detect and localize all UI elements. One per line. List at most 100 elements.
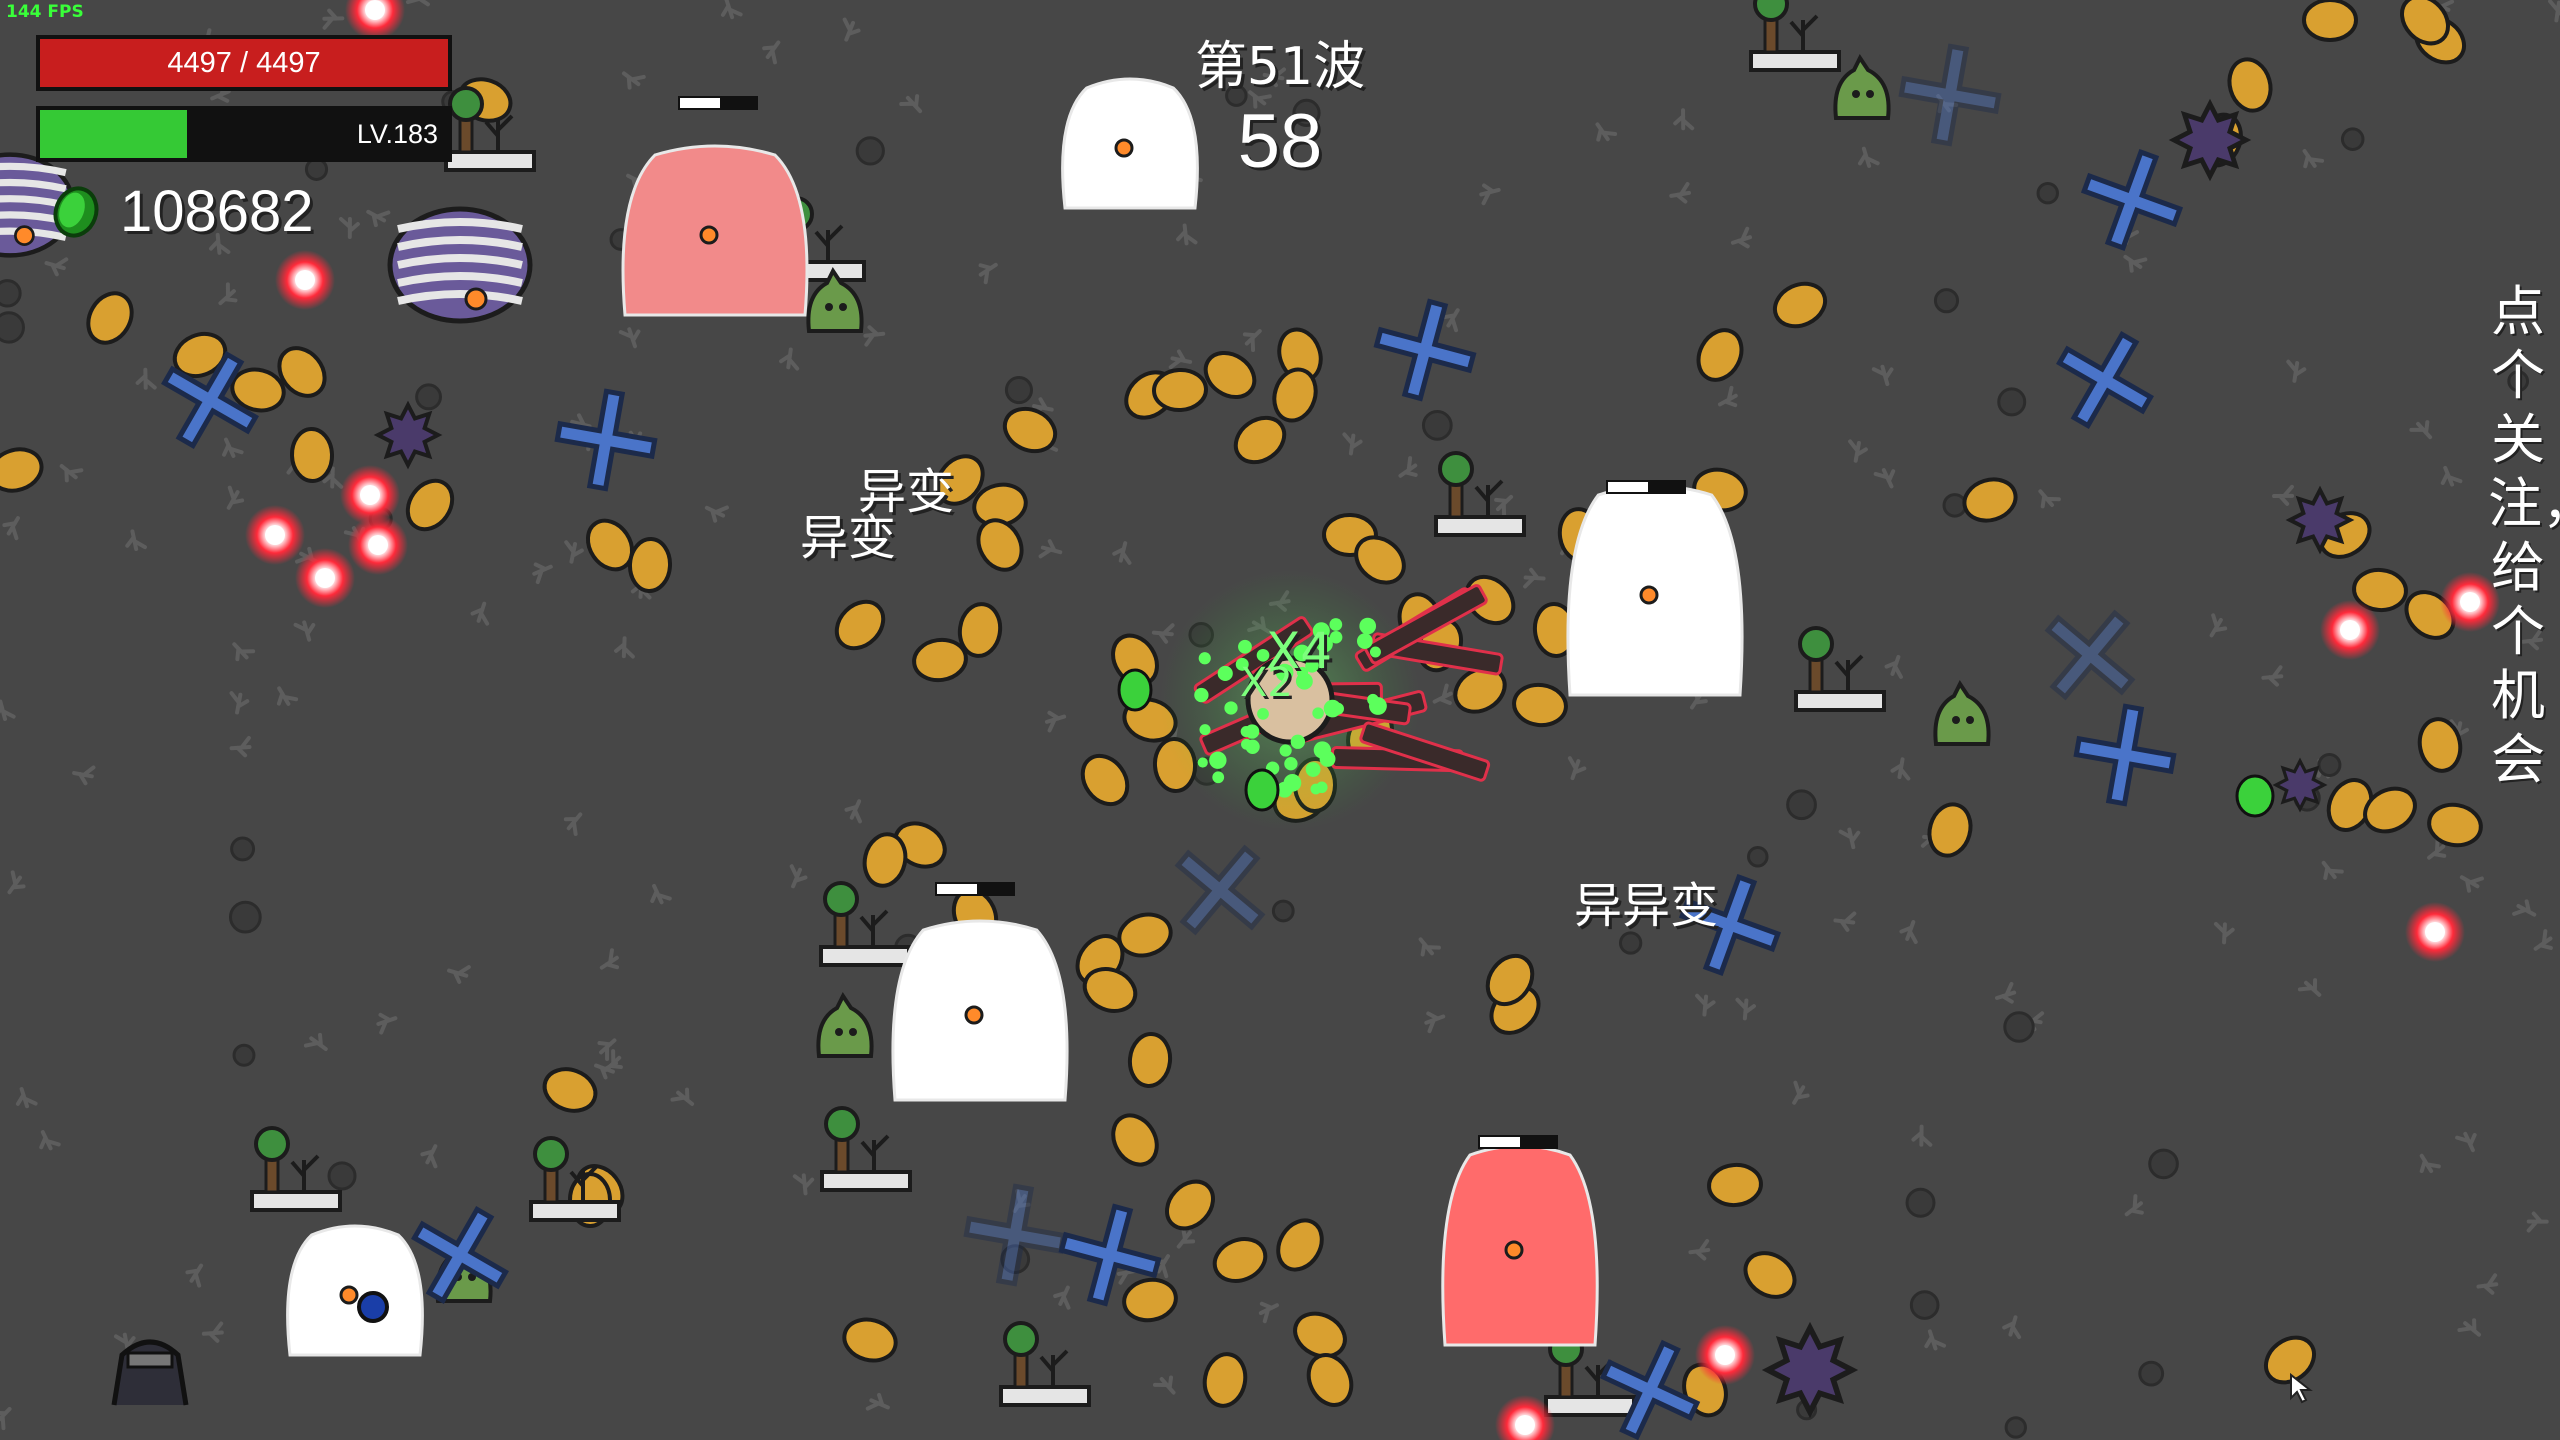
- ground-sprout: [1857, 146, 1880, 168]
- fps-counter: 144 FPS: [6, 2, 84, 22]
- heal-particle: [1241, 738, 1252, 750]
- material-potato-icon: [289, 427, 335, 483]
- mutation-text: 异变: [800, 510, 897, 566]
- ground-sprout: [218, 282, 238, 306]
- material-potato-icon: [0, 447, 44, 493]
- enemy-bullet-core: [2340, 620, 2360, 640]
- enemy-bullet-core: [1515, 1415, 1535, 1435]
- material-potato-icon: [1696, 328, 1744, 382]
- ground-sprout: [0, 1406, 12, 1431]
- ground-sprout: [222, 437, 244, 458]
- ground-sprout: [1717, 385, 1738, 408]
- blue-cross-enemy: [1898, 43, 2002, 147]
- ground-sprout: [226, 485, 245, 510]
- tree-planter: [250, 1126, 342, 1212]
- ground-sprout: [1258, 1301, 1280, 1324]
- ground-rock: [1905, 1187, 1936, 1218]
- material-potato-icon: [627, 537, 673, 593]
- turret-icon: [111, 1339, 189, 1406]
- heal-particle: [1209, 751, 1227, 769]
- heal-particle: [1224, 701, 1238, 715]
- ground-rock: [2036, 181, 2059, 205]
- heal-particle: [1305, 762, 1321, 777]
- material-potato-icon: [1202, 1352, 1248, 1408]
- ground-sprout: [135, 367, 157, 390]
- ground-sprout: [15, 1087, 38, 1109]
- ground-sprout: [899, 94, 923, 114]
- pink-enemy: [1441, 1144, 1599, 1347]
- heal-particle: [1212, 771, 1225, 784]
- material-potato-icon: [1212, 1237, 1268, 1283]
- health-bar: 4497 / 4497: [36, 35, 452, 91]
- ground-sprout: [1669, 182, 1691, 204]
- mutation-text: 异异变: [1574, 878, 1719, 934]
- ground-sprout: [2286, 359, 2307, 383]
- ground-sprout: [1038, 539, 1063, 559]
- heal-particle: [1240, 725, 1252, 738]
- ground-sprout: [2272, 484, 2295, 506]
- ground-rock: [2317, 752, 2342, 777]
- enemy-health-bar-fill: [1608, 482, 1648, 492]
- ground-rock: [230, 836, 256, 862]
- blue-cross-enemy: [2056, 331, 2154, 429]
- ground-rock: [327, 1161, 357, 1191]
- ground-sprout: [1176, 1224, 1196, 1249]
- material-potato-icon: [1152, 367, 1208, 413]
- material-potato-icon: [2302, 0, 2358, 42]
- ground-rock: [2340, 127, 2365, 151]
- ground-sprout: [532, 562, 553, 585]
- ground-sprout: [2419, 1153, 2441, 1174]
- enemy-health-bar-fill: [937, 884, 977, 894]
- heal-particle: [1290, 734, 1306, 749]
- material-potato-icon: [1962, 477, 2018, 523]
- ground-sprout: [72, 765, 96, 786]
- enemy-bullet-core: [295, 270, 315, 290]
- ground-sprout: [844, 799, 862, 824]
- wave-timer: 58: [1237, 99, 1323, 184]
- heal-particle: [1279, 744, 1292, 757]
- ground-sprout: [1432, 683, 1453, 705]
- material-potato-icon: [1127, 1032, 1173, 1088]
- heal-particle: [1310, 783, 1322, 795]
- ground-sprout: [789, 864, 808, 889]
- ground-sprout: [564, 540, 584, 564]
- enemy-bullet-core: [2460, 592, 2480, 612]
- ground-sprout: [650, 883, 672, 905]
- ground-rock: [1909, 1290, 1940, 1320]
- ground-rock: [2148, 1148, 2179, 1180]
- ground-sprout: [1673, 108, 1695, 131]
- ground-sprout: [1848, 439, 1868, 463]
- ground-sprout: [1479, 183, 1501, 206]
- ground-sprout: [185, 1263, 204, 1288]
- green-material-coin-icon: [2235, 774, 2275, 818]
- ground-sprout: [1688, 1239, 1711, 1261]
- green-plant-enemy: [816, 992, 874, 1058]
- ground-rock: [228, 900, 262, 934]
- heal-particle: [1359, 617, 1377, 635]
- ground-rock: [1997, 387, 2027, 417]
- tree-planter: [820, 1106, 912, 1192]
- ground-sprout: [322, 8, 345, 30]
- ground-sprout: [720, 0, 743, 20]
- material-potato-icon: [1707, 1162, 1763, 1208]
- ground-sprout: [1833, 911, 1857, 932]
- ground-sprout: [2297, 978, 2322, 997]
- ground-sprout: [39, 1130, 61, 1151]
- ground-rock: [1933, 288, 1960, 314]
- tree-planter: [1794, 626, 1886, 712]
- material-potato-icon: [1276, 1218, 1324, 1272]
- white-ghost-enemy: [1566, 484, 1744, 697]
- ground-rock: [855, 136, 885, 166]
- ground-sprout: [125, 529, 147, 552]
- ground-sprout: [1735, 997, 1756, 1021]
- ground-sprout: [2124, 1194, 2144, 1217]
- overlay-caption: 点个关注，给个机会: [2488, 280, 2560, 791]
- experience-bar: LV.183: [36, 106, 452, 162]
- heal-particle: [1283, 774, 1302, 792]
- game-field: [0, 0, 2560, 1440]
- material-potato-icon: [1512, 682, 1568, 728]
- ground-sprout: [7, 870, 26, 895]
- green-material-coin-icon: [1244, 768, 1280, 812]
- ground-sprout: [1994, 981, 2017, 1004]
- white-ghost-enemy: [286, 1224, 424, 1357]
